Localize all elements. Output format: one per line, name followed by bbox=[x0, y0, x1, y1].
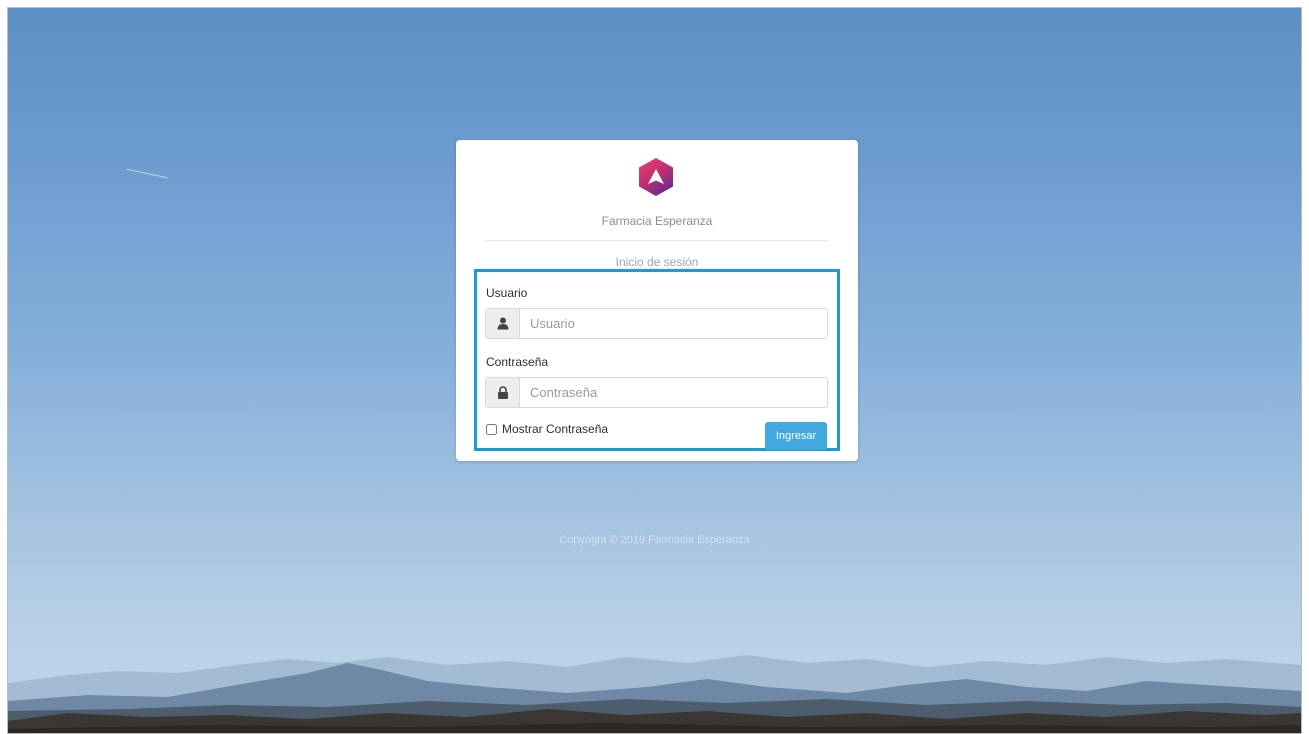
user-icon bbox=[486, 309, 520, 338]
copyright-text: Copyright © 2019 Farmacia Esperanza bbox=[559, 534, 750, 546]
show-password-label: Mostrar Contraseña bbox=[502, 422, 609, 436]
mountain-landscape bbox=[8, 655, 1301, 733]
username-input[interactable] bbox=[520, 309, 827, 338]
username-input-group bbox=[485, 308, 828, 339]
show-password-toggle[interactable]: Mostrar Contraseña bbox=[486, 422, 608, 436]
login-card: Farmacia Esperanza Inicio de sesión Usua… bbox=[456, 140, 858, 461]
lock-icon bbox=[486, 378, 520, 407]
login-subtitle: Inicio de sesión bbox=[615, 255, 699, 269]
password-input[interactable] bbox=[520, 378, 827, 407]
brand-name: Farmacia Esperanza bbox=[601, 214, 713, 228]
pharmacy-hexagon-logo-icon bbox=[639, 158, 673, 196]
username-label: Usuario bbox=[486, 286, 528, 300]
show-password-checkbox[interactable] bbox=[486, 423, 497, 435]
divider bbox=[485, 240, 828, 241]
login-button[interactable]: Ingresar bbox=[765, 422, 827, 450]
password-label: Contraseña bbox=[486, 355, 549, 369]
password-input-group bbox=[485, 377, 828, 408]
browser-viewport: Farmacia Esperanza Inicio de sesión Usua… bbox=[7, 7, 1302, 734]
